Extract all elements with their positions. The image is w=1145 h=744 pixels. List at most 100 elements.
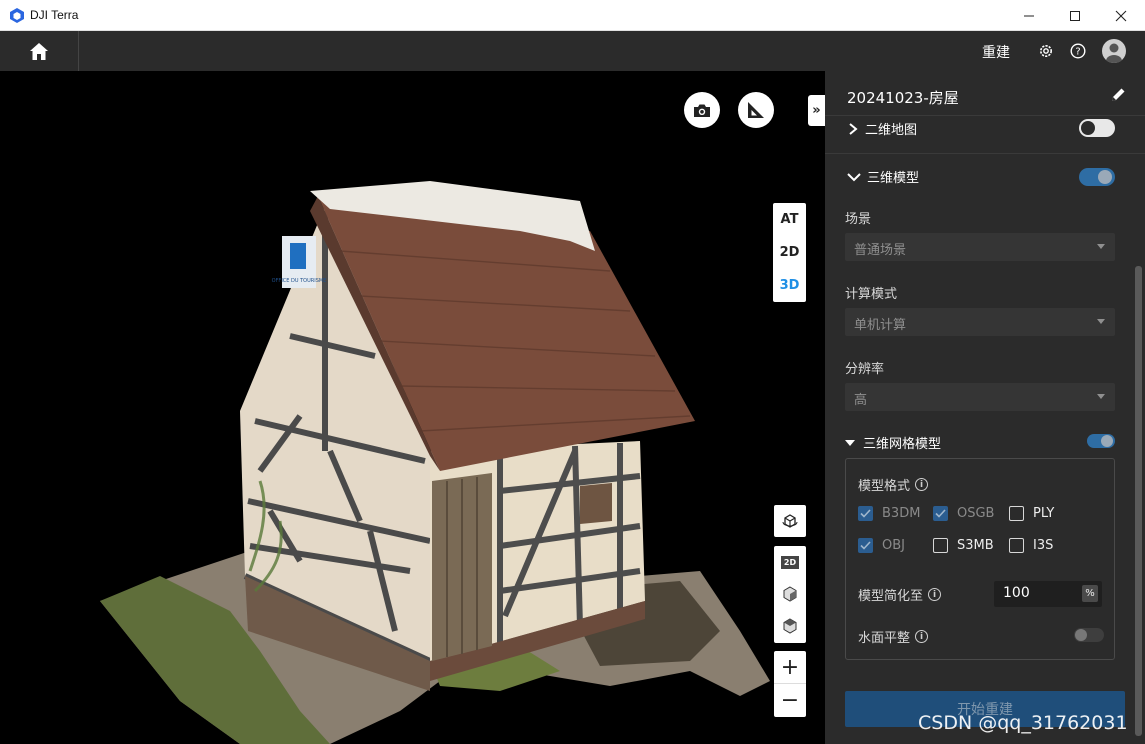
compass-button[interactable]	[774, 505, 806, 537]
model-format-label: 模型格式	[858, 479, 911, 494]
view-mode-3d[interactable]: 3D	[773, 269, 806, 302]
3d-viewport[interactable]: OFFICE DU TOURISME » AT 2D 3D 2D + −	[0, 71, 825, 744]
close-icon	[1115, 10, 1127, 21]
pencil-icon[interactable]	[1109, 86, 1127, 104]
scene-select[interactable]: 普通场景	[845, 233, 1115, 261]
minimize-button[interactable]	[1006, 0, 1052, 31]
water-flatten-label: 水面平整	[858, 631, 911, 646]
chevron-right-icon	[847, 122, 859, 135]
svg-text:?: ?	[1075, 47, 1080, 58]
user-avatar[interactable]	[1102, 39, 1126, 63]
project-title: 20241023-房屋	[847, 89, 959, 107]
resolution-value: 高	[854, 393, 868, 408]
help-icon: ?	[1070, 43, 1086, 59]
panel-scrollbar[interactable]	[1135, 266, 1142, 736]
checkbox-empty-icon	[1009, 506, 1024, 521]
checkbox-checked-icon	[858, 506, 873, 521]
mesh-model-header[interactable]: 三维网格模型	[845, 433, 941, 452]
help-button[interactable]: ?	[1068, 41, 1088, 61]
zoom-in-button[interactable]: +	[774, 651, 806, 684]
window-titlebar: DJI Terra	[0, 0, 1145, 31]
cube-top-icon	[783, 618, 797, 634]
mesh-model-label: 三维网格模型	[863, 437, 942, 452]
window-title: DJI Terra	[30, 8, 79, 22]
rebuild-tab[interactable]: 重建	[982, 42, 1010, 62]
format-b3dm-label: B3DM	[882, 506, 921, 521]
dji-terra-window: DJI Terra 重建 ? OFFICE DU TOURISME » AT 2…	[0, 0, 1145, 744]
reconstruction-settings-panel: 20241023-房屋 二维地图 三维模型 场景 普通场景 计算模式 单机计算 …	[825, 71, 1145, 744]
view-2d-button[interactable]: 2D	[774, 546, 806, 578]
format-s3mb-label: S3MB	[957, 538, 994, 553]
format-ply-checkbox[interactable]: PLY	[1009, 506, 1054, 521]
format-i3s-label: I3S	[1033, 538, 1054, 553]
minimize-icon	[1024, 15, 1034, 16]
resolution-select[interactable]: 高	[845, 383, 1115, 411]
info-icon[interactable]: i	[915, 630, 929, 643]
section-2d-map-label: 二维地图	[865, 123, 918, 138]
view-top-button[interactable]	[774, 610, 806, 642]
checkbox-empty-icon	[1009, 538, 1024, 553]
camera-icon	[694, 104, 710, 117]
section-3d-model-header[interactable]: 三维模型	[847, 167, 919, 186]
compass-cube-icon	[782, 514, 798, 528]
view-mode-2d[interactable]: 2D	[773, 236, 806, 269]
caret-down-icon	[1097, 394, 1105, 399]
toggle-water-flatten[interactable]	[1074, 628, 1104, 642]
percent-unit: %	[1082, 585, 1098, 602]
compute-mode-label: 计算模式	[845, 287, 898, 302]
view-mode-at[interactable]: AT	[773, 203, 806, 236]
format-s3mb-checkbox[interactable]: S3MB	[933, 538, 994, 553]
maximize-button[interactable]	[1052, 0, 1098, 31]
zoom-toolbar: + −	[774, 651, 806, 717]
ruler-triangle-icon	[748, 102, 764, 118]
format-ply-label: PLY	[1033, 506, 1055, 521]
view-mode-switcher: AT 2D 3D	[773, 203, 806, 302]
measure-button[interactable]	[738, 92, 774, 128]
format-i3s-checkbox[interactable]: I3S	[1009, 538, 1053, 553]
info-icon[interactable]: i	[915, 478, 929, 491]
caret-down-icon	[1097, 319, 1105, 324]
format-osgb-label: OSGB	[957, 506, 995, 521]
close-button[interactable]	[1098, 0, 1144, 31]
settings-button[interactable]	[1036, 41, 1056, 61]
maximize-icon	[1070, 10, 1080, 21]
checkbox-checked-icon	[858, 538, 873, 553]
toggle-2d-map[interactable]	[1079, 119, 1115, 137]
toggle-3d-model[interactable]	[1079, 168, 1115, 186]
house-3d-model[interactable]: OFFICE DU TOURISME	[0, 71, 825, 744]
csdn-watermark: CSDN @qq_31762031	[918, 712, 1128, 734]
format-osgb-checkbox[interactable]: OSGB	[933, 506, 994, 521]
chevron-down-icon	[847, 171, 861, 183]
caret-down-icon	[845, 439, 855, 447]
format-obj-label: OBJ	[882, 538, 905, 553]
zoom-out-button[interactable]: −	[774, 684, 806, 717]
app-logo-icon	[10, 8, 24, 23]
format-b3dm-checkbox[interactable]: B3DM	[858, 506, 920, 521]
view-angle-toolbar: 2D	[774, 546, 806, 643]
checkbox-empty-icon	[933, 538, 948, 553]
home-icon	[30, 42, 48, 60]
checkbox-checked-icon	[933, 506, 948, 521]
compute-mode-select[interactable]: 单机计算	[845, 308, 1115, 336]
gear-icon	[1040, 45, 1052, 57]
toggle-mesh-model[interactable]	[1087, 434, 1115, 448]
cube-icon	[783, 586, 797, 602]
caret-down-icon	[1097, 244, 1105, 249]
info-icon[interactable]: i	[928, 588, 942, 601]
water-flatten-row: 水面平整 i	[858, 627, 929, 646]
screenshot-button[interactable]	[684, 92, 720, 128]
mesh-model-options: 模型格式 i B3DM OSGB PLY OBJ S3MB I3S 模型简化至 …	[845, 458, 1115, 660]
scene-select-value: 普通场景	[854, 243, 907, 258]
panel-divider	[825, 153, 1145, 154]
format-obj-checkbox[interactable]: OBJ	[858, 538, 905, 553]
scene-label: 场景	[845, 212, 872, 227]
view-3d-button[interactable]	[774, 578, 806, 610]
panel-collapse-button[interactable]: »	[808, 95, 825, 126]
compute-mode-value: 单机计算	[854, 318, 907, 333]
simplify-input[interactable]: 100 %	[994, 581, 1102, 607]
section-2d-map-header[interactable]: 二维地图	[847, 119, 917, 138]
app-topbar: 重建 ?	[0, 31, 1145, 71]
model-format-row: 模型格式 i	[858, 475, 929, 494]
home-button[interactable]	[0, 31, 79, 71]
view-2d-label: 2D	[780, 555, 800, 569]
